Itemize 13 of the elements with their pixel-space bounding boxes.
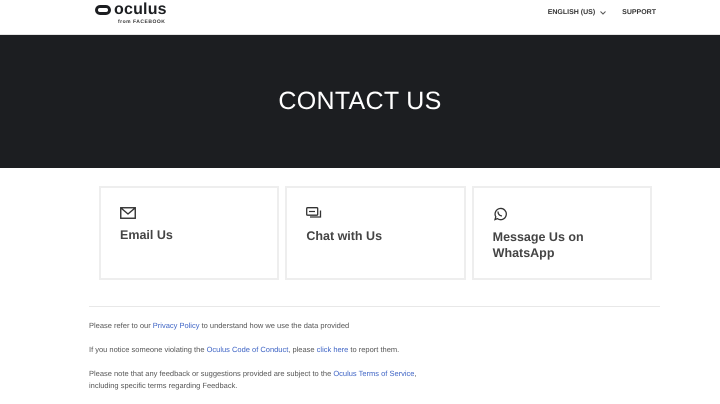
contact-card[interactable]: Chat with Us — [285, 186, 466, 280]
contact-card[interactable]: Email Us — [99, 186, 280, 280]
contact-card[interactable]: Message Us on WhatsApp — [472, 186, 652, 280]
page-title: CONTACT US — [278, 87, 442, 116]
card-title: Message Us on WhatsApp — [492, 229, 585, 261]
caret-icon — [600, 10, 606, 14]
envelope-icon — [120, 207, 136, 219]
chat-icon — [306, 207, 322, 220]
card-title: Email Us — [120, 227, 173, 243]
logo-text[interactable]: oculus — [114, 1, 167, 19]
logo-icon — [95, 5, 111, 15]
phone-bubble-icon — [492, 207, 507, 221]
card-title: Chat with Us — [306, 228, 382, 244]
